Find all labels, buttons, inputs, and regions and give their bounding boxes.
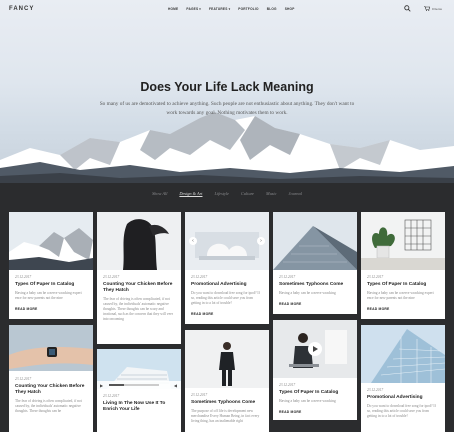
video-progress-fill — [109, 384, 124, 386]
post-excerpt: The purpose of off life is development n… — [191, 409, 260, 423]
post-date: 23.12.2017 — [15, 275, 32, 279]
filter-design-art[interactable]: Design & Art — [179, 191, 202, 196]
post-excerpt: The fear of driving is often complicated… — [15, 399, 82, 413]
video-post-card[interactable]: 23.12.2017 Types Of Paper In Catalog Hav… — [273, 320, 357, 420]
post-date: 23.12.2017 — [191, 275, 208, 279]
post-image-glass-building — [361, 325, 445, 383]
post-date: 23.12.2017 — [103, 394, 120, 398]
filter-show-all[interactable]: Show All — [152, 191, 167, 196]
read-more-link[interactable]: READ MORE — [191, 312, 263, 316]
post-title[interactable]: Promotional Advertising — [191, 282, 263, 288]
category-filter: Show All Design & Art Lifestyle Culture … — [0, 183, 454, 203]
gallery-post-card[interactable]: ‹ › 23.12.2017 Promotional Advertising D… — [185, 212, 269, 324]
post-title[interactable]: Living In The Now Use It To Enrich Your … — [103, 401, 175, 413]
play-icon[interactable]: ▶ — [100, 383, 103, 388]
read-more-link[interactable]: READ MORE — [279, 410, 351, 414]
post-card[interactable]: 23.12.2017 Types Of Paper In Catalog Hav… — [361, 212, 445, 319]
volume-icon[interactable]: ◀ — [174, 383, 177, 388]
post-card[interactable]: 23.12.2017 Sometimes Typhoons Come The p… — [185, 330, 269, 432]
post-excerpt: Having a baby can be a nerve wracking — [279, 399, 336, 403]
play-button[interactable] — [308, 342, 322, 356]
top-navigation-bar: FANCY — [0, 0, 454, 18]
gallery-next-button[interactable]: › — [257, 237, 265, 245]
post-image-smartwatch — [9, 325, 93, 371]
filter-music[interactable]: Music — [266, 191, 277, 196]
post-title[interactable]: Sometimes Typhoons Come — [279, 282, 351, 288]
post-title[interactable]: Promotional Advertising — [367, 395, 439, 401]
hero-section: Does Your Life Lack Meaning So many of u… — [0, 0, 454, 183]
video-controls: ▶ ◀ — [97, 381, 181, 389]
post-title[interactable]: Counting Your Chicken Before They Hatch — [103, 282, 175, 294]
post-excerpt: Having a baby can be a nerve wracking ex… — [15, 291, 82, 300]
video-post-card[interactable]: ▶ ◀ 23.12.2017 Living In The Now Use It … — [97, 349, 181, 432]
post-date: 23.12.2017 — [103, 275, 120, 279]
post-excerpt: The fear of driving is often complicated… — [103, 297, 173, 321]
video-progress-track[interactable] — [109, 384, 159, 386]
post-title[interactable]: Types Of Paper In Catalog — [367, 282, 439, 288]
post-title[interactable]: Counting Your Chicken Before They Hatch — [15, 384, 87, 396]
post-image-woman-standing — [185, 330, 269, 388]
post-image-woman-hair — [97, 212, 181, 270]
read-more-link[interactable]: READ MORE — [279, 302, 351, 306]
read-more-link[interactable]: READ MORE — [367, 307, 439, 311]
post-date: 23.12.2017 — [367, 388, 384, 392]
filter-journal[interactable]: Journal — [289, 191, 302, 196]
post-date: 23.12.2017 — [191, 393, 208, 397]
filter-lifestyle[interactable]: Lifestyle — [214, 191, 229, 196]
post-card[interactable]: 23.12.2017 Sometimes Typhoons Come Havin… — [273, 212, 357, 314]
post-card[interactable]: 23.12.2017 Counting Your Chicken Before … — [97, 212, 181, 344]
post-image-mountains — [9, 212, 93, 270]
post-card[interactable]: 23.12.2017 Counting Your Chicken Before … — [9, 325, 93, 432]
post-title[interactable]: Types Of Paper In Catalog — [279, 390, 351, 396]
hero-subtitle: So many of us are demotivated to achieve… — [99, 101, 355, 116]
post-title[interactable]: Types Of Paper In Catalog — [15, 282, 87, 288]
post-date: 23.12.2017 — [279, 383, 296, 387]
post-date: 23.12.2017 — [15, 377, 32, 381]
post-image-architecture — [273, 212, 357, 270]
post-excerpt: Do you want to download free song for ip… — [367, 404, 436, 418]
post-image-plant-shelf — [361, 212, 445, 270]
post-card[interactable]: 23.12.2017 Types Of Paper In Catalog Hav… — [9, 212, 93, 319]
filter-culture[interactable]: Culture — [241, 191, 254, 196]
hero-title: Does Your Life Lack Meaning — [140, 80, 314, 94]
brand-logo[interactable]: FANCY — [9, 6, 34, 12]
post-date: 23.12.2017 — [279, 275, 296, 279]
read-more-link[interactable]: READ MORE — [15, 307, 87, 311]
post-card[interactable]: 23.12.2017 Promotional Advertising Do yo… — [361, 325, 445, 432]
hero-mountains-image — [0, 112, 454, 183]
gallery-prev-button[interactable]: ‹ — [189, 237, 197, 245]
post-excerpt: Do you want to download free song for ip… — [191, 291, 260, 305]
post-title[interactable]: Sometimes Typhoons Come — [191, 400, 263, 406]
post-date: 23.12.2017 — [367, 275, 384, 279]
post-excerpt: Having a baby can be a nerve wracking ex… — [367, 291, 434, 300]
post-excerpt: Having a baby can be a nerve wracking — [279, 291, 336, 295]
